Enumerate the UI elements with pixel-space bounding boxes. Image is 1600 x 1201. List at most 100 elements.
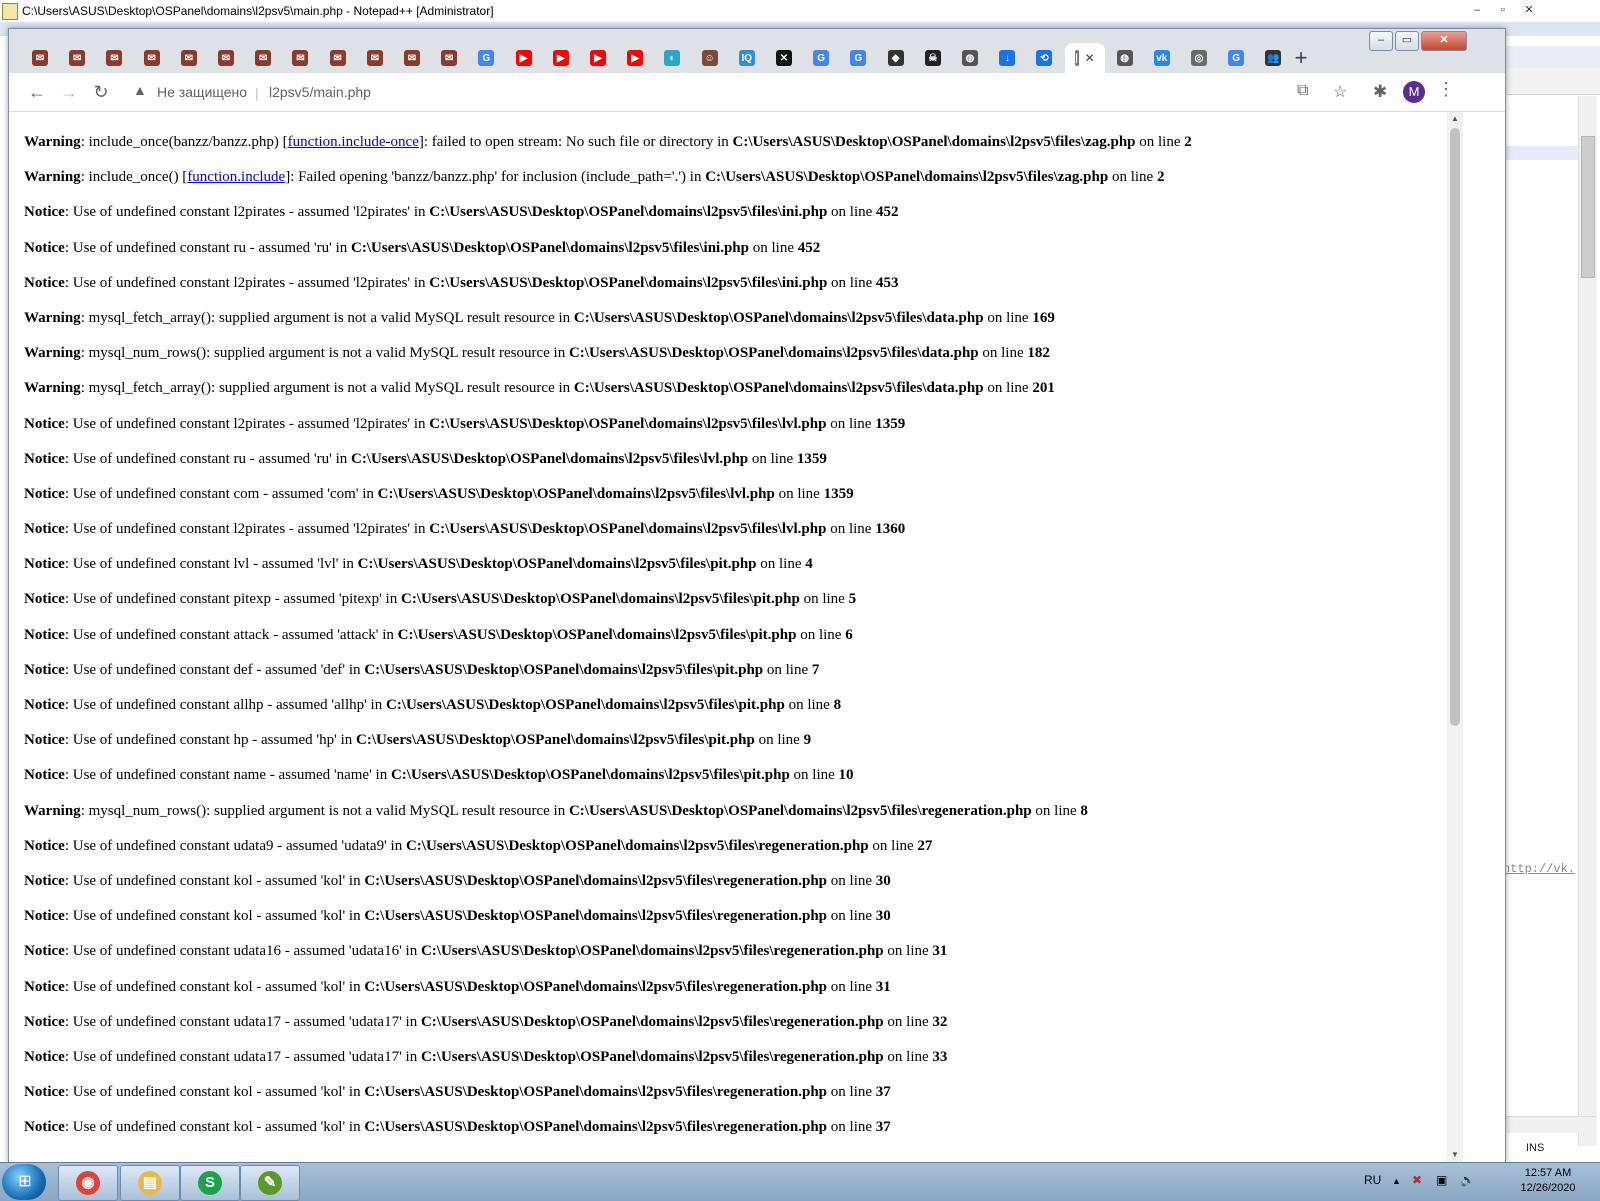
browser-tab[interactable]: ✉	[135, 43, 169, 73]
system-clock[interactable]: 12:57 AM 12/26/2020	[1508, 1166, 1588, 1196]
on-line-label: on line	[796, 626, 846, 643]
browser-tab[interactable]: ▶	[581, 43, 615, 73]
notepadpp-horizontal-scrollbar[interactable]	[1500, 1116, 1596, 1133]
display-icon[interactable]: ▣	[1436, 1173, 1447, 1187]
browser-tab[interactable]: ↓	[990, 43, 1024, 73]
browser-tab[interactable]: ✉	[23, 43, 57, 73]
browser-tab[interactable]: | ✕	[1064, 43, 1105, 73]
notepadpp-url-fragment[interactable]: http://vk.	[1503, 862, 1575, 876]
error-line: Notice: Use of undefined constant kol - …	[24, 906, 1444, 941]
error-line: Notice: Use of undefined constant ru - a…	[24, 449, 1444, 484]
url-text[interactable]: l2psv5/main.php	[269, 84, 371, 100]
address-bar[interactable]: ▲ Не защищено | l2psv5/main.php ⧉ ☆	[123, 76, 1369, 108]
browser-tab[interactable]: G	[804, 43, 838, 73]
error-line: Notice: Use of undefined constant udata1…	[24, 1047, 1444, 1082]
profile-avatar[interactable]: M	[1403, 81, 1425, 103]
extensions-puzzle-icon[interactable]: ✱	[1373, 82, 1387, 102]
browser-tab[interactable]: ◆	[879, 43, 913, 73]
error-file-path: C:\Users\ASUS\Desktop\OSPanel\domains\l2…	[356, 732, 755, 749]
mail-icon: ✉	[366, 50, 383, 66]
explorer-taskbar-button[interactable]: ▤	[120, 1165, 180, 1201]
error-type: Notice	[24, 943, 65, 960]
scroll-up-arrow-icon[interactable]: ▲	[1451, 114, 1459, 123]
forward-icon[interactable]: →	[57, 80, 81, 104]
notepadpp-maximize-button[interactable]: ▫	[1492, 2, 1514, 18]
browser-tab[interactable]: vk	[1145, 43, 1179, 73]
bookmark-star-icon[interactable]: ☆	[1333, 82, 1347, 102]
browser-tab[interactable]: G	[1219, 43, 1253, 73]
browser-tab[interactable]: ☺	[693, 43, 727, 73]
translate-icon[interactable]: ⧉	[1297, 82, 1308, 100]
browser-tab[interactable]: ◎	[1182, 43, 1216, 73]
security-status-label[interactable]: Не защищено	[157, 84, 247, 100]
page-viewport[interactable]: Warning: include_once(banzz/banzz.php) […	[9, 112, 1505, 1163]
browser-tab[interactable]: ✕	[767, 43, 801, 73]
error-file-path: C:\Users\ASUS\Desktop\OSPanel\domains\l2…	[390, 767, 790, 784]
error-line-number: 27	[917, 837, 933, 854]
error-line-number: 452	[797, 239, 821, 256]
browser-tab[interactable]: 👥	[1256, 43, 1290, 73]
mail-icon: ✉	[404, 50, 420, 66]
browser-tab[interactable]: ✉	[283, 43, 317, 73]
php-manual-link[interactable]: function.include-once	[288, 134, 419, 150]
browser-tab[interactable]: ✉	[432, 43, 466, 73]
menu-kebab-icon[interactable]: ⋮	[1437, 79, 1455, 100]
window-close-button[interactable]: ✕	[1421, 31, 1467, 51]
browser-tab[interactable]: IQ	[730, 43, 764, 73]
group-icon: 👥	[1265, 50, 1282, 66]
volume-icon[interactable]: 🔈	[1460, 1173, 1475, 1187]
browser-tab[interactable]: ◐	[655, 43, 689, 73]
error-message: : Use of undefined constant l2pirates - …	[64, 274, 430, 291]
browser-tab[interactable]: ✉	[395, 43, 429, 73]
browser-tab[interactable]: G	[469, 43, 503, 73]
notepadpp-minimize-button[interactable]: ‒	[1466, 2, 1488, 18]
chrome-taskbar-button[interactable]: ◉	[58, 1165, 118, 1201]
network-error-icon[interactable]: ✖	[1412, 1173, 1422, 1187]
browser-tab[interactable]: ✉	[246, 43, 280, 73]
browser-tab[interactable]: ⟲	[1027, 43, 1061, 73]
tab-close-icon[interactable]: ✕	[1085, 51, 1095, 65]
browser-tab[interactable]: ✉	[358, 43, 392, 73]
back-icon[interactable]: ←	[25, 80, 49, 104]
error-file-path: C:\Users\ASUS\Desktop\OSPanel\domains\l2…	[364, 872, 828, 889]
error-type: Notice	[24, 415, 65, 432]
browser-tab[interactable]: ☠	[916, 43, 950, 73]
error-line-number: 1360	[875, 521, 906, 538]
show-hidden-icons-icon[interactable]: ▲	[1392, 1176, 1401, 1186]
browser-tab[interactable]: ▶	[507, 43, 541, 73]
notepadpp-taskbar-button[interactable]: ✎	[240, 1165, 300, 1201]
browser-tab[interactable]: ✉	[60, 43, 94, 73]
mail-icon: ✉	[106, 50, 123, 66]
page-scroll-thumb[interactable]	[1450, 128, 1460, 726]
error-message: : Use of undefined constant name - assum…	[64, 767, 391, 784]
notepadpp-vertical-scrollbar[interactable]	[1578, 96, 1597, 1146]
browser-tab[interactable]: ✉	[209, 43, 243, 73]
notepadpp-scroll-thumb[interactable]	[1581, 136, 1595, 278]
notepadpp-editor-area[interactable]: http://vk. INS	[1500, 36, 1600, 1160]
php-manual-link[interactable]: function.include	[187, 169, 285, 185]
browser-tab[interactable]: ◍	[1108, 43, 1142, 73]
start-button[interactable]: ⊞	[2, 1164, 46, 1200]
browser-tab[interactable]: ◍	[953, 43, 987, 73]
notepadpp-close-button[interactable]: ✕	[1518, 2, 1540, 18]
error-line: Warning: mysql_num_rows(): supplied argu…	[24, 343, 1444, 378]
window-maximize-button[interactable]: ▭	[1395, 31, 1419, 51]
browser-tab[interactable]: ✉	[97, 43, 131, 73]
browser-tab[interactable]: ✉	[172, 43, 206, 73]
error-line: Notice: Use of undefined constant l2pira…	[24, 414, 1444, 449]
page-vertical-scrollbar[interactable]: ▲ ▼	[1447, 112, 1463, 1163]
history-icon: ⟲	[1036, 50, 1053, 66]
new-tab-button[interactable]: +	[1287, 45, 1315, 73]
error-file-path: C:\Users\ASUS\Desktop\OSPanel\domains\l2…	[377, 485, 775, 502]
error-message: : mysql_fetch_array(): supplied argument…	[80, 309, 574, 326]
browser-tab[interactable]: ▶	[618, 43, 652, 73]
language-indicator[interactable]: RU	[1364, 1173, 1381, 1187]
skype-taskbar-button[interactable]: S	[180, 1165, 240, 1201]
reload-icon[interactable]: ↻	[89, 80, 113, 104]
warning-triangle-icon[interactable]: ▲	[133, 82, 147, 98]
browser-tab[interactable]: G	[841, 43, 875, 73]
scroll-down-arrow-icon[interactable]: ▼	[1451, 1150, 1459, 1159]
window-minimize-button[interactable]: –	[1369, 31, 1393, 51]
browser-tab[interactable]: ✉	[321, 43, 355, 73]
browser-tab[interactable]: ▶	[544, 43, 578, 73]
